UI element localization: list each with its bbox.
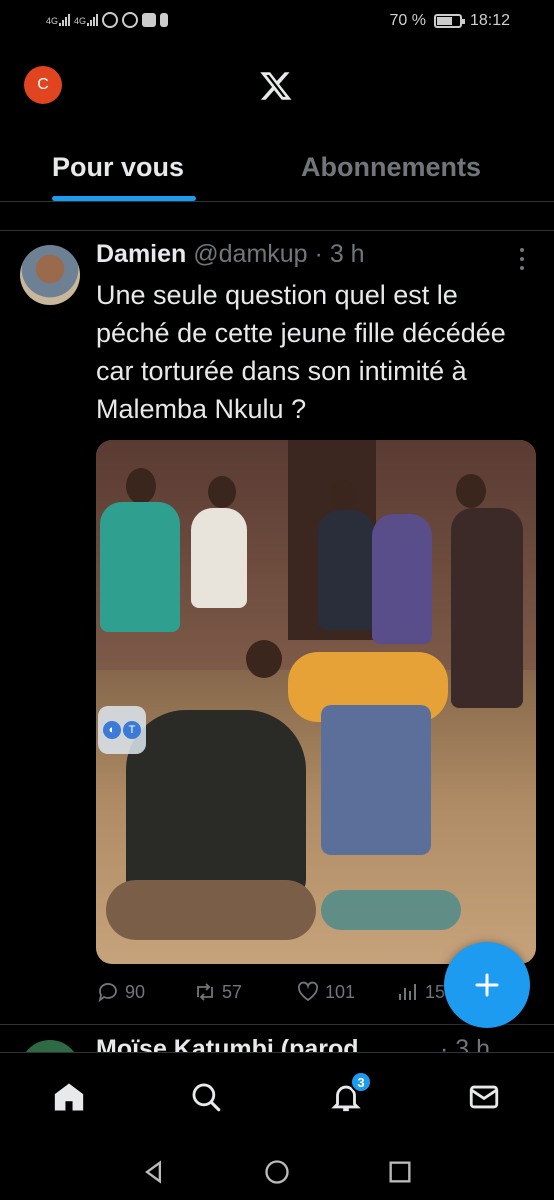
sync-icon: [102, 12, 119, 28]
divider: [0, 230, 554, 231]
views-icon: [399, 984, 416, 1000]
views-button[interactable]: 15: [396, 980, 445, 1004]
heart-icon: [297, 981, 319, 1002]
home-icon: [54, 1083, 84, 1111]
nav-search[interactable]: [188, 1079, 224, 1115]
tab-abonnements[interactable]: Abonnements: [301, 152, 481, 183]
image-cloth: [321, 890, 461, 930]
reply-count: 90: [125, 981, 146, 1002]
clock: 18:12: [469, 12, 510, 29]
image-person: [191, 508, 247, 608]
image-person-head: [208, 476, 236, 508]
nav-messages[interactable]: [466, 1079, 502, 1115]
signal-icon: 4G: [46, 14, 71, 26]
tweet-separator: ·: [314, 240, 323, 268]
alert-icon: [160, 13, 169, 27]
tweet-media-image[interactable]: ◐ T: [96, 440, 536, 964]
translate-badge-text: T: [123, 721, 141, 739]
translate-badge[interactable]: ◐ T: [98, 706, 146, 754]
system-navigation-bar: [0, 1144, 554, 1200]
messenger-icon: [122, 12, 139, 28]
search-icon: [192, 1083, 221, 1112]
feed-tabs: Pour vous Abonnements: [0, 140, 554, 202]
account-avatar[interactable]: C: [24, 66, 62, 104]
compose-button[interactable]: [444, 942, 530, 1028]
image-person-head: [246, 640, 282, 678]
bottom-navigation: 3: [0, 1052, 554, 1144]
battery-icon: [433, 14, 465, 28]
translate-icon: ◐: [103, 721, 121, 739]
image-person: [372, 514, 432, 644]
tweet-header: Damien @damkup · 3 h: [96, 240, 365, 269]
app-notification-icon: [142, 13, 157, 27]
recents-icon[interactable]: [386, 1158, 414, 1186]
tweet-text: Une seule question quel est le péché de …: [96, 280, 506, 424]
image-person: [100, 502, 180, 632]
image-person: [106, 880, 316, 940]
home-system-icon[interactable]: [263, 1158, 291, 1186]
tweet-author-name[interactable]: Damien: [96, 240, 186, 268]
like-count: 101: [325, 981, 356, 1002]
image-person: [318, 510, 374, 630]
views-count: 15: [425, 981, 446, 1002]
image-person: [126, 710, 306, 900]
reply-icon: [98, 983, 117, 1003]
signal-icon-2: 4G: [74, 14, 99, 26]
tweet-author-handle[interactable]: @damkup: [193, 240, 307, 268]
tweet-time: 3 h: [329, 240, 365, 268]
image-person-head: [126, 468, 156, 504]
x-logo-icon: [260, 72, 292, 100]
repost-icon: [197, 983, 213, 1001]
tweet-author-avatar[interactable]: [20, 245, 80, 305]
image-person: [321, 705, 431, 855]
image-person-head: [456, 474, 486, 508]
back-icon[interactable]: [140, 1158, 168, 1186]
repost-button[interactable]: 57: [193, 980, 242, 1004]
reply-button[interactable]: 90: [96, 980, 145, 1004]
image-person: [451, 508, 523, 708]
tab-pour-vous[interactable]: Pour vous: [52, 152, 184, 183]
status-bar: 4G 4G 70 % 18:12: [0, 0, 554, 44]
active-tab-indicator: [52, 196, 196, 201]
mail-icon: [469, 1085, 499, 1109]
nav-notifications[interactable]: 3: [328, 1071, 372, 1115]
repost-count: 57: [222, 981, 243, 1002]
plus-icon: [475, 973, 499, 997]
more-options-icon[interactable]: [516, 248, 528, 270]
battery-percent: 70 %: [389, 12, 426, 29]
notification-count-badge: 3: [350, 1071, 372, 1093]
nav-home[interactable]: [51, 1079, 87, 1115]
like-button[interactable]: 101: [296, 980, 355, 1004]
image-person-head: [330, 480, 356, 510]
